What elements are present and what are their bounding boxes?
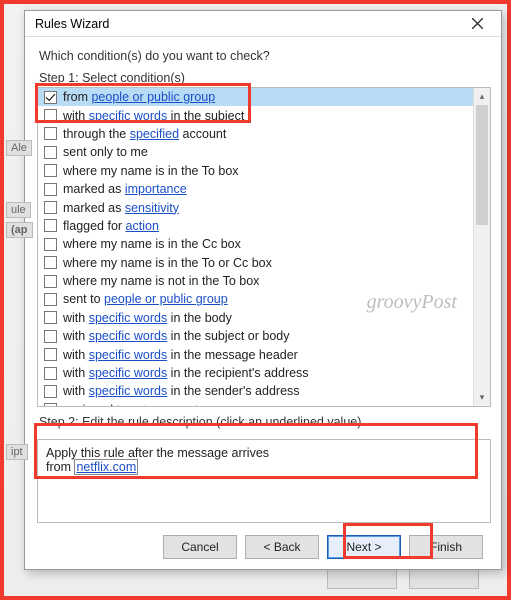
link-people-or-group[interactable]: people or public group [104,292,228,306]
link-specific-words[interactable]: specific words [89,109,168,123]
checkbox[interactable] [44,348,57,361]
finish-button[interactable]: Finish [409,535,483,559]
condition-sent-to-people[interactable]: sent to people or public group [38,290,473,308]
step1-label: Step 1: Select condition(s) [39,71,491,85]
checkbox[interactable] [44,127,57,140]
condition-words-in-sender[interactable]: with specific words in the sender's addr… [38,382,473,400]
scroll-up-icon[interactable]: ▴ [474,88,490,105]
screenshot-frame: Ale ule (ap ipt Rules Wizard Which condi… [0,0,511,600]
checkbox[interactable] [44,293,57,306]
checkbox[interactable] [44,256,57,269]
condition-name-in-cc[interactable]: where my name is in the Cc box [38,235,473,253]
back-button[interactable]: < Back [245,535,319,559]
condition-assigned-category[interactable]: assigned to category category [38,401,473,406]
link-sender-value[interactable]: netflix.com [74,459,138,475]
checkbox[interactable] [44,183,57,196]
link-action[interactable]: action [126,219,159,233]
checkbox[interactable] [44,219,57,232]
rule-description-line1: Apply this rule after the message arrive… [46,446,482,460]
condition-words-in-header[interactable]: with specific words in the message heade… [38,345,473,363]
link-specific-words[interactable]: specific words [89,329,168,343]
checkbox[interactable] [44,201,57,214]
condition-words-in-subject-body[interactable]: with specific words in the subject or bo… [38,327,473,345]
prompt-text: Which condition(s) do you want to check? [39,49,491,63]
rule-description-box: Apply this rule after the message arrive… [37,439,491,523]
condition-specified-account[interactable]: through the specified account [38,125,473,143]
condition-words-in-body[interactable]: with specific words in the body [38,309,473,327]
link-specific-words[interactable]: specific words [89,366,168,380]
link-category[interactable]: category [130,403,178,406]
conditions-panel: from people or public group with specifi… [37,87,491,407]
conditions-list[interactable]: from people or public group with specifi… [38,88,473,406]
link-specific-words[interactable]: specific words [89,348,168,362]
condition-from-people[interactable]: from people or public group [38,88,473,106]
checkbox[interactable] [44,367,57,380]
bg-label-ipt: ipt [6,444,28,460]
close-icon [472,18,483,29]
bg-button-2 [409,567,479,589]
condition-name-not-in-to[interactable]: where my name is not in the To box [38,272,473,290]
dialog-title: Rules Wizard [35,17,459,31]
link-specified[interactable]: specified [130,127,179,141]
checkbox[interactable] [44,109,57,122]
link-people-or-group[interactable]: people or public group [91,90,215,104]
checkbox[interactable] [44,403,57,406]
condition-name-in-to[interactable]: where my name is in the To box [38,162,473,180]
checkbox[interactable] [44,91,57,104]
bg-button-1 [327,567,397,589]
step2-label: Step 2: Edit the rule description (click… [39,415,491,429]
condition-words-in-recipient[interactable]: with specific words in the recipient's a… [38,364,473,382]
condition-sensitivity[interactable]: marked as sensitivity [38,198,473,216]
checkbox[interactable] [44,146,57,159]
bg-label-ap: (ap [6,222,33,238]
title-bar: Rules Wizard [25,11,501,37]
scroll-down-icon[interactable]: ▾ [474,389,490,406]
link-importance[interactable]: importance [125,182,187,196]
bg-label-ale: Ale [6,140,32,156]
conditions-scrollbar[interactable]: ▴ ▾ [473,88,490,406]
checkbox[interactable] [44,385,57,398]
dialog-content: Which condition(s) do you want to check?… [25,37,501,569]
condition-specific-words-subject[interactable]: with specific words in the subject [38,106,473,124]
condition-name-in-to-or-cc[interactable]: where my name is in the To or Cc box [38,254,473,272]
checkbox[interactable] [44,275,57,288]
next-button[interactable]: Next > [327,535,401,559]
checkbox[interactable] [44,330,57,343]
condition-sent-only-to-me[interactable]: sent only to me [38,143,473,161]
scroll-thumb[interactable] [476,105,488,225]
dialog-buttons: Cancel < Back Next > Finish [37,523,491,559]
checkbox[interactable] [44,164,57,177]
link-specific-words[interactable]: specific words [89,384,168,398]
condition-flagged-action[interactable]: flagged for action [38,217,473,235]
link-sensitivity[interactable]: sensitivity [125,201,179,215]
bg-label-ule: ule [6,202,31,218]
checkbox[interactable] [44,311,57,324]
close-button[interactable] [459,12,495,36]
rules-wizard-dialog: Rules Wizard Which condition(s) do you w… [24,10,502,570]
rule-description-line2: from netflix.com [46,460,482,474]
checkbox[interactable] [44,238,57,251]
cancel-button[interactable]: Cancel [163,535,237,559]
condition-importance[interactable]: marked as importance [38,180,473,198]
link-specific-words[interactable]: specific words [89,311,168,325]
